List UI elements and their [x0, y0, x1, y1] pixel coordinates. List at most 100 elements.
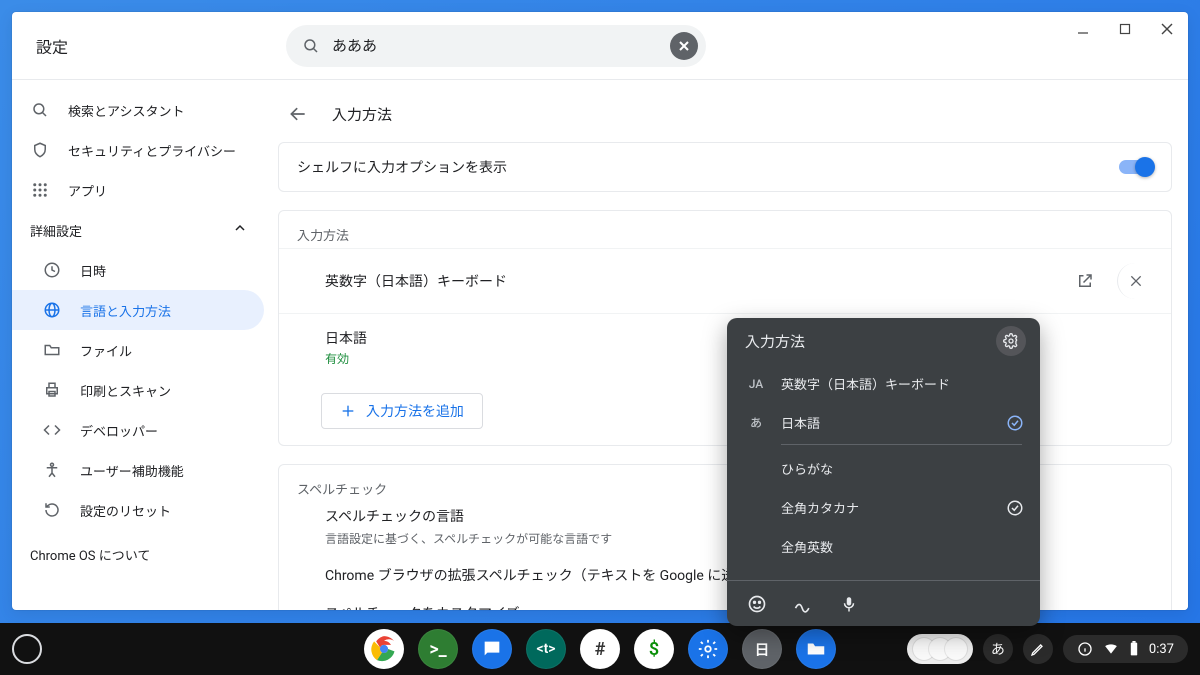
ime-popup-header: 入力方法 — [727, 318, 1040, 364]
search-input[interactable] — [320, 37, 670, 55]
sidebar-item-label: ファイル — [80, 341, 132, 360]
shelf-option-row[interactable]: シェルフに入力オプションを表示 — [279, 143, 1171, 191]
sidebar-item-files[interactable]: ファイル — [12, 330, 264, 370]
app-notes[interactable]: # — [580, 629, 620, 669]
close-button[interactable] — [1146, 12, 1188, 46]
sidebar-item-label: ユーザー補助機能 — [80, 461, 184, 480]
sidebar-item-label: Chrome OS について — [30, 545, 150, 564]
status-tray[interactable]: 0:37 — [1063, 635, 1188, 663]
ime-popup-item[interactable]: あ 日本語 — [727, 403, 1040, 442]
check-icon — [1006, 414, 1024, 432]
app-chrome[interactable] — [364, 629, 404, 669]
sidebar-item-about[interactable]: Chrome OS について — [12, 534, 264, 574]
sidebar-item-label: デベロッパー — [80, 421, 158, 440]
ime-mode-label: 全角英数 — [781, 537, 1024, 556]
input-methods-section-title: 入力方法 — [279, 211, 1171, 248]
info-icon — [1077, 641, 1093, 657]
sidebar-item-print-scan[interactable]: 印刷とスキャン — [12, 370, 264, 410]
subheader: 入力方法 — [272, 92, 1178, 136]
app-messages[interactable] — [472, 629, 512, 669]
handwriting-icon — [792, 594, 814, 614]
app-files[interactable] — [796, 629, 836, 669]
sidebar-item-reset[interactable]: 設定のリセット — [12, 490, 264, 530]
clear-search-button[interactable] — [670, 32, 698, 60]
sidebar-item-label: 印刷とスキャン — [80, 381, 171, 400]
clock: 0:37 — [1149, 642, 1174, 657]
ime-mode-label: ひらがな — [781, 459, 1024, 478]
app-settings[interactable] — [688, 629, 728, 669]
popup-separator — [781, 444, 1022, 445]
app-calendar[interactable]: 日 — [742, 629, 782, 669]
ime-lead: あ — [745, 414, 767, 431]
accessibility-icon — [42, 460, 62, 480]
chat-icon — [481, 638, 503, 660]
folder-icon — [805, 638, 827, 660]
shelf-apps: >_ <t> # $ 日 — [364, 629, 836, 669]
ime-popup-item[interactable]: JA 英数字（日本語）キーボード — [727, 364, 1040, 403]
sidebar-item-datetime[interactable]: 日時 — [12, 250, 264, 290]
launcher-button[interactable] — [12, 634, 42, 664]
shelf-option-toggle[interactable] — [1119, 160, 1153, 174]
pen-icon — [1030, 641, 1046, 657]
stylus-button[interactable] — [1023, 634, 1053, 664]
window-controls — [1062, 12, 1188, 46]
folder-icon — [42, 340, 62, 360]
page-title: 入力方法 — [332, 104, 392, 125]
ime-indicator[interactable]: あ — [983, 634, 1013, 664]
chevron-up-icon — [234, 222, 246, 238]
sidebar: 検索とアシスタント セキュリティとプライバシー アプリ 詳細設定 日時 言語と入… — [12, 80, 272, 610]
chrome-icon — [370, 635, 398, 663]
ime-mode-item[interactable]: 全角英数 — [727, 527, 1040, 566]
printer-icon — [42, 380, 62, 400]
shelf-option-label: シェルフに入力オプションを表示 — [297, 157, 1119, 177]
search-icon — [302, 37, 320, 55]
app-text[interactable]: <t> — [526, 629, 566, 669]
open-in-new-button[interactable] — [1067, 263, 1103, 299]
check-icon — [1006, 499, 1024, 517]
sidebar-item-label: アプリ — [68, 181, 107, 200]
sidebar-item-developers[interactable]: デベロッパー — [12, 410, 264, 450]
sidebar-advanced-toggle[interactable]: 詳細設定 — [12, 210, 264, 250]
search-icon — [30, 100, 50, 120]
add-input-method-button[interactable]: 入力方法を追加 — [321, 393, 483, 429]
shield-icon — [30, 140, 50, 160]
ime-row[interactable]: 英数字（日本語）キーボード — [279, 248, 1171, 313]
voice-input-button[interactable] — [837, 592, 861, 616]
sidebar-item-search-assistant[interactable]: 検索とアシスタント — [12, 90, 264, 130]
ime-mode-label: 全角カタカナ — [781, 498, 992, 517]
code-icon — [42, 420, 62, 440]
sidebar-item-accessibility[interactable]: ユーザー補助機能 — [12, 450, 264, 490]
ime-popup-title: 入力方法 — [745, 331, 805, 352]
ime-mode-item[interactable]: ひらがな — [727, 449, 1040, 488]
ime-name: 英数字（日本語）キーボード — [325, 271, 1067, 291]
minimize-button[interactable] — [1062, 12, 1104, 46]
app-green[interactable]: $ — [634, 629, 674, 669]
back-button[interactable] — [280, 96, 316, 132]
sidebar-item-label: 言語と入力方法 — [80, 301, 171, 320]
remove-ime-button[interactable] — [1117, 263, 1153, 299]
sidebar-item-apps[interactable]: アプリ — [12, 170, 264, 210]
sidebar-item-label: セキュリティとプライバシー — [68, 141, 236, 160]
ime-label: 日本語 — [781, 413, 992, 432]
ime-label: 英数字（日本語）キーボード — [781, 374, 1024, 393]
globe-icon — [42, 300, 62, 320]
handwriting-button[interactable] — [791, 592, 815, 616]
clock-icon — [42, 260, 62, 280]
sidebar-item-language-input[interactable]: 言語と入力方法 — [12, 290, 264, 330]
microphone-icon — [840, 594, 858, 614]
ime-popup-footer — [727, 580, 1040, 626]
ime-mode-item[interactable]: 全角カタカナ — [727, 488, 1040, 527]
input-options-card: シェルフに入力オプションを表示 — [278, 142, 1172, 192]
emoji-button[interactable] — [745, 592, 769, 616]
app-terminal[interactable]: >_ — [418, 629, 458, 669]
sidebar-advanced-label: 詳細設定 — [30, 221, 82, 240]
emoji-icon — [747, 594, 767, 614]
sidebar-item-security[interactable]: セキュリティとプライバシー — [12, 130, 264, 170]
sidebar-item-label: 設定のリセット — [80, 501, 171, 520]
search-box[interactable] — [286, 25, 706, 67]
maximize-button[interactable] — [1104, 12, 1146, 46]
ime-lead: JA — [745, 377, 767, 391]
ime-settings-button[interactable] — [996, 326, 1026, 356]
header-title: 設定 — [36, 34, 266, 58]
user-switcher[interactable] — [907, 634, 973, 664]
